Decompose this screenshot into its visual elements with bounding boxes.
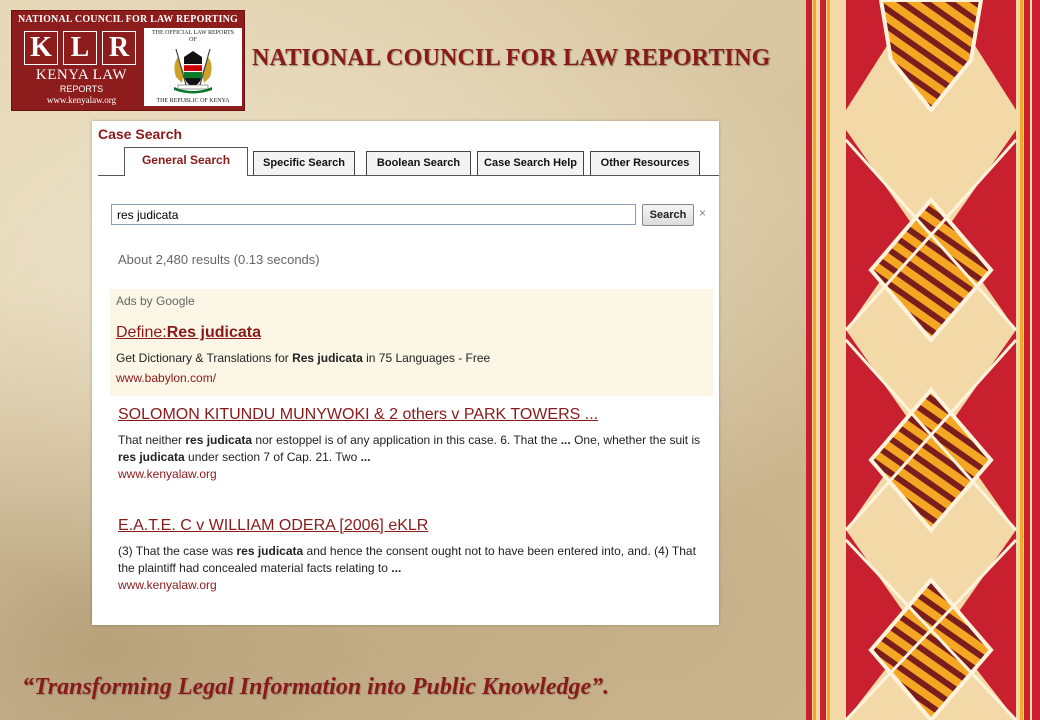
snippet-highlight: res judicata	[185, 433, 253, 447]
snippet-highlight: ...	[391, 561, 402, 575]
search-result: SOLOMON KITUNDU MUNYWOKI & 2 others v PA…	[118, 406, 708, 481]
snippet-highlight: ...	[360, 450, 371, 464]
ad-desc-after: in 75 Languages - Free	[362, 351, 491, 365]
search-input[interactable]	[111, 204, 636, 225]
snippet-text: under section 7 of Cap. 21. Two	[184, 450, 361, 464]
snippet-highlight: res judicata	[118, 450, 185, 464]
klr-letters: K L R	[24, 31, 136, 65]
tab-specific-search[interactable]: Specific Search	[253, 151, 355, 175]
ads-label: Ads by Google	[116, 294, 195, 308]
logo-website-text: www.kenyalaw.org	[46, 95, 117, 105]
snippet-text: (3) That the case was	[118, 544, 237, 558]
reports-text: REPORTS	[59, 84, 104, 94]
result-snippet: (3) That the case was res judicata and h…	[118, 543, 708, 577]
close-icon[interactable]: ×	[699, 206, 706, 220]
klr-letter-l: L	[63, 31, 97, 65]
klr-letter-r: R	[102, 31, 136, 65]
search-result: E.A.T.E. C v WILLIAM ODERA [2006] eKLR (…	[118, 517, 708, 592]
ad-url[interactable]: www.babylon.com/	[116, 371, 216, 385]
klr-logo: NATIONAL COUNCIL FOR LAW REPORTING K L R…	[11, 10, 245, 111]
result-url[interactable]: www.kenyalaw.org	[118, 467, 708, 481]
page-title: NATIONAL COUNCIL FOR LAW REPORTING	[252, 45, 771, 71]
snippet-text: One, whether the suit is	[570, 433, 701, 447]
result-snippet: That neither res judicata nor estoppel i…	[118, 432, 708, 466]
seal-panel: THE OFFICIAL LAW REPORTS OF THE REPUBLIC…	[144, 28, 242, 106]
ad-desc-before: Get Dictionary & Translations for	[116, 351, 293, 365]
ad-title-link[interactable]: Define:Res judicata	[116, 324, 261, 342]
case-search-title: Case Search	[98, 126, 183, 142]
ad-title-bold: Res judicata	[166, 324, 261, 341]
kenya-law-text: KENYA LAW	[35, 67, 128, 83]
tab-boolean-search[interactable]: Boolean Search	[366, 151, 471, 175]
tab-general-search[interactable]: General Search	[124, 147, 248, 176]
coat-of-arms-icon	[174, 48, 212, 94]
snippet-highlight: ...	[560, 433, 571, 447]
seal-bottom-text: THE REPUBLIC OF KENYA	[156, 98, 230, 104]
tagline: “Transforming Legal Information into Pub…	[22, 674, 610, 700]
results-count: About 2,480 results (0.13 seconds)	[118, 252, 320, 267]
case-search-panel: Case Search General Search Specific Sear…	[92, 121, 719, 625]
seal-top-text: THE OFFICIAL LAW REPORTS	[152, 30, 234, 36]
tab-other-resources[interactable]: Other Resources	[590, 151, 700, 175]
ads-box: Ads by Google Define:Res judicata Get Di…	[110, 289, 713, 396]
result-url[interactable]: www.kenyalaw.org	[118, 578, 708, 592]
search-tab-bar: General Search Specific Search Boolean S…	[98, 147, 719, 176]
snippet-highlight: res judicata	[236, 544, 304, 558]
result-title-link[interactable]: E.A.T.E. C v WILLIAM ODERA [2006] eKLR	[118, 517, 708, 535]
ad-description: Get Dictionary & Translations for Res ju…	[116, 351, 490, 365]
snippet-text: That neither	[118, 433, 186, 447]
tab-case-search-help[interactable]: Case Search Help	[477, 151, 584, 175]
klr-letter-k: K	[24, 31, 58, 65]
ad-desc-bold: Res judicata	[292, 351, 363, 365]
result-title-link[interactable]: SOLOMON KITUNDU MUNYWOKI & 2 others v PA…	[118, 406, 708, 424]
snippet-text: nor estoppel is of any application in th…	[252, 433, 561, 447]
search-button[interactable]: Search	[642, 204, 694, 226]
ad-title-prefix: Define:	[116, 324, 167, 341]
logo-top-text: NATIONAL COUNCIL FOR LAW REPORTING	[18, 14, 238, 25]
decorative-pattern	[806, 0, 1040, 720]
